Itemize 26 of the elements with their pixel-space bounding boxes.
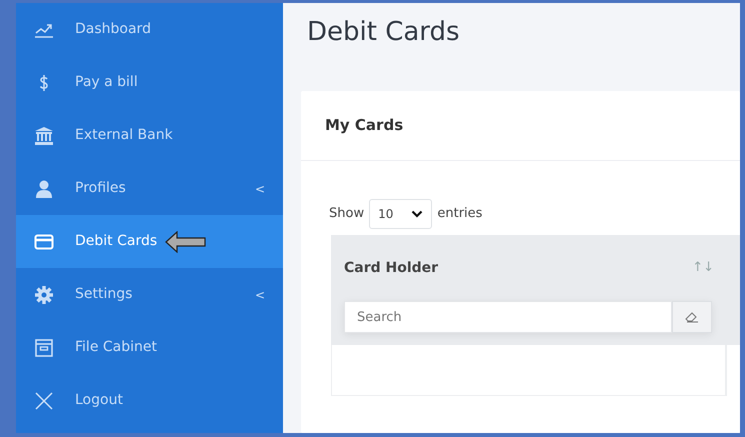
- show-label: Show: [329, 205, 364, 224]
- sort-icon[interactable]: ↑↓: [692, 258, 714, 278]
- credit-card-icon: [34, 232, 54, 252]
- sidebar-item[interactable]: Pay a bill: [16, 56, 283, 109]
- card-title: My Cards: [325, 115, 404, 136]
- sidebar-item[interactable]: Logout: [16, 374, 283, 427]
- chevron-down-icon: [411, 210, 424, 218]
- sidebar-item[interactable]: Dashboard: [16, 3, 283, 56]
- sidebar-item[interactable]: Settings <: [16, 268, 283, 321]
- bank-icon: [34, 126, 54, 146]
- user-icon: [34, 178, 54, 198]
- sidebar-item[interactable]: File Cabinet: [16, 321, 283, 374]
- page-title: Debit Cards: [307, 16, 461, 49]
- eraser-icon: [685, 311, 699, 323]
- column-header[interactable]: Card Holder: [344, 258, 438, 278]
- sidebar-item[interactable]: Debit Cards: [16, 215, 283, 268]
- close-icon: [34, 390, 54, 410]
- sidebar-item[interactable]: Profiles <: [16, 162, 283, 215]
- arrow-callout-drawing: [165, 230, 208, 252]
- archive-icon: [34, 338, 54, 358]
- entries-label: entries: [437, 205, 482, 224]
- search-field[interactable]: Search: [344, 301, 672, 333]
- entries-select[interactable]: 10: [369, 199, 432, 229]
- gear-icon: [34, 284, 54, 304]
- clear-button[interactable]: [672, 301, 712, 333]
- sidebar-item[interactable]: External Bank: [16, 109, 283, 162]
